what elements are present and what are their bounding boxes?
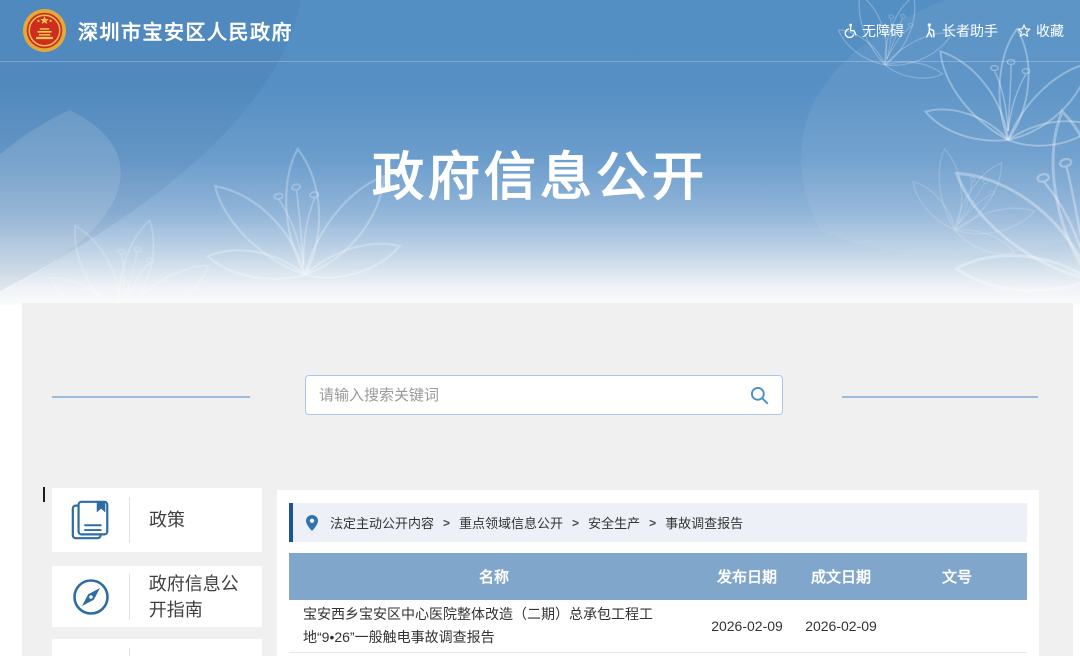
divider [129, 648, 130, 656]
sidebar-item-gov-information[interactable]: 政府信息 [52, 639, 262, 656]
breadcrumb-separator: > [572, 516, 579, 530]
top-link-label: 长者助手 [942, 21, 998, 41]
star-icon [1017, 24, 1031, 38]
page-title: 政府信息公开 [0, 135, 1080, 210]
search-icon [750, 386, 769, 405]
breadcrumb-item-work-safety[interactable]: 安全生产 [588, 513, 640, 532]
sidebar-item-label: 政策 [130, 507, 191, 533]
breadcrumb-item-key-areas[interactable]: 重点领域信息公开 [459, 513, 563, 532]
search-input[interactable] [306, 376, 736, 414]
written-date: 2026-02-09 [795, 618, 887, 634]
sidebar: 政策 政府信息公开指南 [52, 488, 262, 656]
search-box [305, 375, 783, 415]
search-button[interactable] [736, 376, 782, 414]
text-cursor-artifact [43, 487, 45, 502]
content-area: 政策 政府信息公开指南 [22, 303, 1073, 656]
compass-icon [52, 577, 129, 617]
favorite-link[interactable]: 收藏 [1017, 21, 1064, 41]
breadcrumb-item-accident-reports: 事故调查报告 [665, 513, 743, 532]
site-title: 深圳市宝安区人民政府 [78, 16, 293, 45]
table-header-row: 名称 发布日期 成文日期 文号 [289, 553, 1027, 600]
breadcrumb-item-statutory-disclosure[interactable]: 法定主动公开内容 [330, 513, 434, 532]
column-header-doc-number: 文号 [887, 566, 1027, 587]
page: 深圳市宝安区人民政府 无障碍 长者助手 [0, 0, 1080, 656]
decor-line-left [52, 396, 250, 398]
elder-assistant-link[interactable]: 长者助手 [923, 21, 998, 41]
column-header-name: 名称 [289, 566, 699, 587]
column-header-written-date: 成文日期 [795, 566, 887, 587]
breadcrumb-separator: > [649, 516, 656, 530]
top-link-label: 无障碍 [862, 21, 904, 41]
accessibility-link[interactable]: 无障碍 [842, 21, 904, 41]
report-table: 名称 发布日期 成文日期 文号 宝安西乡宝安区中心医院整体改造（二期）总承包工程… [289, 553, 1027, 656]
breadcrumb-separator: > [443, 516, 450, 530]
breadcrumb: 法定主动公开内容 > 重点领域信息公开 > 安全生产 > 事故调查报告 [289, 503, 1027, 542]
folder-icon [52, 649, 129, 656]
elder-person-icon [923, 23, 937, 38]
sidebar-item-policy[interactable]: 政策 [52, 488, 262, 552]
site-brand[interactable]: 深圳市宝安区人民政府 [22, 8, 293, 53]
sidebar-item-label: 政府信息公开指南 [130, 571, 262, 623]
sidebar-item-disclosure-guide[interactable]: 政府信息公开指南 [52, 566, 262, 627]
location-pin-icon [306, 515, 318, 531]
publish-date: 2026-02-09 [699, 618, 795, 634]
decor-line-right [842, 396, 1038, 398]
top-links: 无障碍 长者助手 收藏 [842, 21, 1068, 41]
main-panel: 法定主动公开内容 > 重点领域信息公开 > 安全生产 > 事故调查报告 名称 发… [277, 490, 1039, 656]
book-icon [52, 498, 129, 542]
top-header-bar: 深圳市宝安区人民政府 无障碍 长者助手 [0, 0, 1080, 62]
national-emblem-logo [22, 8, 67, 53]
hero-banner: 深圳市宝安区人民政府 无障碍 长者助手 [0, 0, 1080, 305]
column-header-publish-date: 发布日期 [699, 566, 795, 587]
top-link-label: 收藏 [1036, 21, 1064, 41]
table-row: 宝安西乡宝安区中心医院整体改造（二期）总承包工程工地“9•26”一般触电事故调查… [289, 600, 1027, 653]
wheelchair-icon [842, 23, 857, 38]
report-title-link[interactable]: 宝安西乡宝安区中心医院整体改造（二期）总承包工程工地“9•26”一般触电事故调查… [289, 603, 699, 649]
